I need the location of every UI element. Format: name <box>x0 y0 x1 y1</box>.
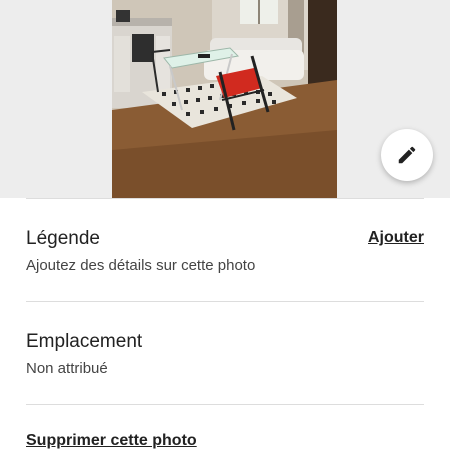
divider-location <box>26 404 424 405</box>
room-photo[interactable] <box>112 0 337 198</box>
caption-hint: Ajoutez des détails sur cette photo <box>26 257 256 274</box>
divider-caption <box>26 301 424 302</box>
photo-detail-screen: Légende Ajouter Ajoutez des détails sur … <box>0 0 450 450</box>
location-value: Non attribué <box>26 360 108 377</box>
edit-photo-button[interactable] <box>381 129 433 181</box>
delete-photo-link[interactable]: Supprimer cette photo <box>26 432 197 450</box>
edit-pencil-icon <box>398 146 416 164</box>
add-caption-link[interactable]: Ajouter <box>368 229 424 247</box>
divider-top <box>26 198 424 199</box>
caption-title: Légende <box>26 228 100 249</box>
room-photo-image <box>112 0 337 198</box>
photo-backdrop <box>0 0 450 198</box>
location-title: Emplacement <box>26 331 143 352</box>
